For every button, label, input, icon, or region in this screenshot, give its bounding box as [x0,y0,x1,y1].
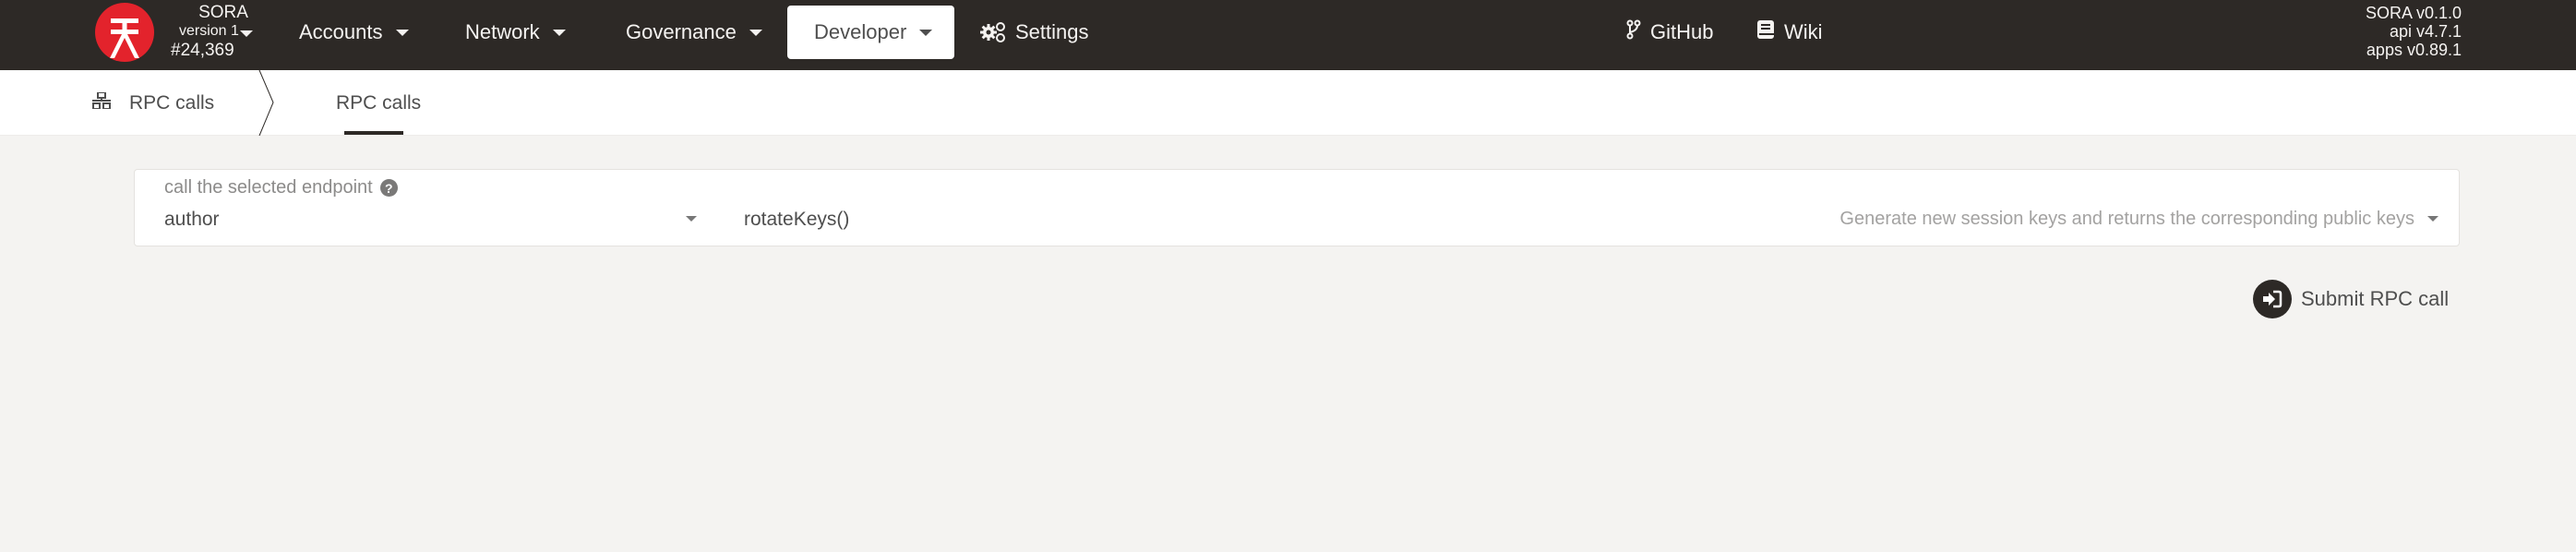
nav-accounts[interactable]: Accounts [282,6,425,59]
github-link[interactable]: GitHub [1626,13,1713,52]
tab-rpc-calls[interactable]: RPC calls [336,87,421,120]
wiki-label: Wiki [1784,20,1823,43]
chain-name: SORA [198,3,248,22]
nav-governance[interactable]: Governance [609,6,779,59]
network-wired-icon [92,91,111,114]
apps-version: apps v0.89.1 [2366,41,2462,59]
top-navbar: SORA version 1 #24,369 Accounts Network … [0,0,2576,70]
nav-label: Settings [1015,20,1089,43]
nav-label: Accounts [299,20,383,43]
tabs-bar: RPC calls RPC calls [0,70,2576,136]
chain-selector[interactable]: SORA version 1 #24,369 [164,3,275,64]
book-icon [1756,19,1775,45]
chevron-down-icon [2427,216,2438,222]
node-version: SORA v0.1.0 [2365,4,2462,22]
rpc-endpoint-card: call the selected endpoint ? author rota… [134,169,2460,246]
chevron-down-icon [919,29,933,36]
tab-root-label: RPC calls [129,92,215,114]
chevron-down-icon [395,29,409,36]
api-version: api v4.7.1 [2389,22,2462,41]
method-dropdown[interactable]: rotateKeys() Generate new session keys a… [716,205,2451,242]
tab-root: RPC calls [92,87,214,120]
chevron-down-icon [686,216,697,222]
version-info: SORA v0.1.0 api v4.7.1 apps v0.89.1 [2366,4,2462,59]
method-value: rotateKeys() [744,209,850,230]
section-dropdown[interactable]: author [135,205,716,242]
nav-label: Developer [814,20,907,43]
method-description: Generate new session keys and returns th… [1839,209,2414,229]
tab-label: RPC calls [336,92,422,114]
submit-label: Submit RPC call [2301,287,2450,310]
nav-developer[interactable]: Developer [787,6,954,59]
github-label: GitHub [1650,20,1714,43]
sora-logo[interactable] [95,3,154,62]
tab-separator [258,70,274,136]
chevron-down-icon [552,29,566,36]
submit-rpc-call-button[interactable]: Submit RPC call [2253,280,2449,318]
section-value: author [164,209,220,230]
endpoint-label: call the selected endpoint ? [164,177,398,198]
gears-icon [980,22,1006,42]
chain-best-block: #24,369 [171,41,234,60]
sign-in-icon [2253,280,2292,318]
active-tab-indicator [344,131,403,135]
code-branch-icon [1626,19,1641,45]
endpoint-label-text: call the selected endpoint [164,177,373,198]
wiki-link[interactable]: Wiki [1756,13,1823,52]
nav-settings[interactable]: Settings [964,6,1106,59]
nav-label: Governance [626,20,737,43]
chevron-down-icon [240,30,253,37]
nav-network[interactable]: Network [449,6,582,59]
chevron-down-icon [749,29,762,36]
help-icon[interactable]: ? [379,179,398,197]
nav-label: Network [465,20,540,43]
